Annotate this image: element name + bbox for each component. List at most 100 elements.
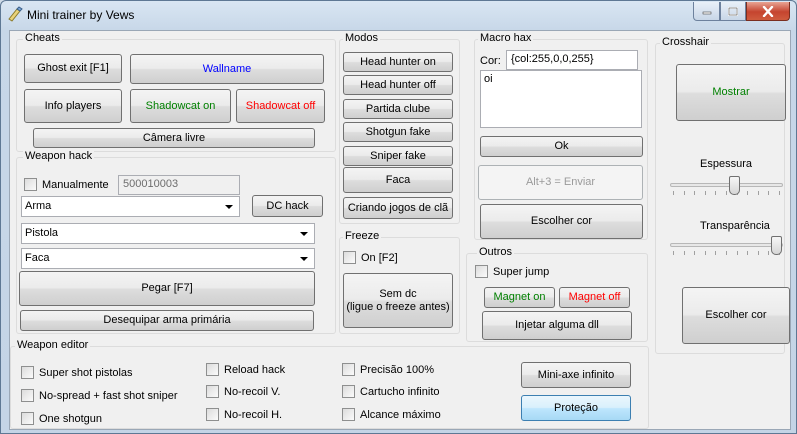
- transparencia-slider-thumb[interactable]: [771, 236, 782, 255]
- faca-select[interactable]: Faca: [21, 248, 315, 269]
- one-shotgun-box[interactable]: [21, 412, 34, 425]
- macro-hax-label: Macro hax: [478, 32, 534, 44]
- weapon-hack-label: Weapon hack: [23, 150, 95, 162]
- modo-button-1[interactable]: Head hunter off: [343, 75, 453, 95]
- outros-group: Outros Super jump Magnet on Magnet off I…: [466, 246, 648, 342]
- modo-button-0[interactable]: Head hunter on: [343, 52, 453, 72]
- modo-button-3[interactable]: Shotgun fake: [343, 122, 453, 142]
- window-controls: [693, 2, 790, 21]
- cartucho-infinito-checkbox[interactable]: Cartucho infinito: [342, 385, 440, 398]
- weapon-editor-group: Weapon editor Super shot pistolas No-spr…: [10, 339, 649, 429]
- dc-hack-button[interactable]: DC hack: [252, 195, 323, 217]
- cartucho-infinito-text: Cartucho infinito: [360, 385, 440, 398]
- pistola-select[interactable]: Pistola: [21, 223, 315, 244]
- manualmente-box[interactable]: [24, 178, 37, 191]
- espessura-slider-thumb[interactable]: [729, 176, 740, 195]
- chevron-down-icon: [300, 232, 308, 236]
- macro-hax-group: Macro hax Cor: {col:255,0,0,255} oi Ok A…: [474, 32, 648, 240]
- manualmente-checkbox[interactable]: Manualmente: [24, 178, 109, 191]
- weapon-editor-label: Weapon editor: [15, 339, 91, 351]
- precisao-checkbox[interactable]: Precisão 100%: [342, 363, 434, 376]
- cor-label: Cor:: [480, 55, 501, 67]
- no-recoil-v-box[interactable]: [206, 385, 219, 398]
- chevron-down-icon: [300, 257, 308, 261]
- manual-id-field[interactable]: 500010003: [118, 175, 240, 195]
- espessura-slider-track[interactable]: [670, 183, 783, 187]
- faca-select-value: Faca: [25, 252, 50, 264]
- arma-select[interactable]: Arma: [21, 196, 240, 217]
- maximize-button[interactable]: [720, 2, 746, 21]
- modos-label: Modos: [343, 32, 381, 44]
- alcance-maximo-box[interactable]: [342, 408, 355, 421]
- shadowcat-off-button[interactable]: Shadowcat off: [236, 89, 325, 123]
- transparencia-label: Transparência: [700, 220, 770, 232]
- super-shot-pistolas-checkbox[interactable]: Super shot pistolas: [21, 366, 133, 379]
- app-icon: [8, 6, 23, 22]
- minimize-button[interactable]: [693, 2, 720, 21]
- freeze-on-box[interactable]: [343, 251, 356, 264]
- super-jump-box[interactable]: [475, 265, 488, 278]
- super-jump-text: Super jump: [493, 265, 550, 278]
- crosshair-group: Crosshair Mostrar Espessura Transparênci…: [655, 36, 790, 354]
- modos-group: Modos Head hunter on Head hunter off Par…: [339, 32, 460, 224]
- modo-button-6[interactable]: Criando jogos de clã: [343, 197, 453, 219]
- cheats-label: Cheats: [23, 32, 62, 44]
- protecao-button[interactable]: Proteção: [521, 395, 631, 421]
- crosshair-label: Crosshair: [660, 36, 712, 48]
- app-window: Mini trainer by Vews Cheats Ghost exit […: [0, 0, 797, 434]
- maximize-icon: [728, 6, 738, 16]
- sem-dc-button[interactable]: Sem dc (ligue o freeze antes): [343, 273, 453, 328]
- manualmente-text: Manualmente: [42, 178, 109, 191]
- super-jump-checkbox[interactable]: Super jump: [475, 265, 549, 278]
- macro-textarea[interactable]: oi: [480, 70, 642, 128]
- precisao-box[interactable]: [342, 363, 355, 376]
- cartucho-infinito-box[interactable]: [342, 385, 355, 398]
- injetar-dll-button[interactable]: Injetar alguma dll: [482, 311, 632, 340]
- desequipar-button[interactable]: Desequipar arma primária: [20, 310, 314, 331]
- cor-input[interactable]: {col:255,0,0,255}: [506, 50, 638, 70]
- shadowcat-on-button[interactable]: Shadowcat on: [130, 89, 231, 123]
- macro-ok-button[interactable]: Ok: [480, 136, 643, 157]
- cheats-group: Cheats Ghost exit [F1] Wallname Info pla…: [16, 32, 336, 152]
- macro-escolher-cor-button[interactable]: Escolher cor: [480, 204, 643, 239]
- no-recoil-h-checkbox[interactable]: No-recoil H.: [206, 408, 282, 421]
- no-spread-box[interactable]: [21, 389, 34, 402]
- crosshair-escolher-cor-button[interactable]: Escolher cor: [682, 287, 790, 344]
- magnet-off-button[interactable]: Magnet off: [559, 287, 630, 308]
- no-recoil-h-text: No-recoil H.: [224, 408, 283, 421]
- ghost-exit-button[interactable]: Ghost exit [F1]: [24, 54, 122, 83]
- mostrar-button[interactable]: Mostrar: [676, 64, 786, 121]
- reload-hack-checkbox[interactable]: Reload hack: [206, 363, 285, 376]
- freeze-on-checkbox[interactable]: On [F2]: [343, 251, 398, 264]
- freeze-group: Freeze On [F2] Sem dc (ligue o freeze an…: [339, 230, 460, 334]
- no-recoil-v-checkbox[interactable]: No-recoil V.: [206, 385, 280, 398]
- alcance-maximo-checkbox[interactable]: Alcance máximo: [342, 408, 441, 421]
- arma-select-value: Arma: [25, 200, 52, 212]
- magnet-on-button[interactable]: Magnet on: [484, 287, 555, 308]
- close-button[interactable]: [746, 2, 790, 21]
- super-shot-pistolas-text: Super shot pistolas: [39, 366, 133, 379]
- no-recoil-h-box[interactable]: [206, 408, 219, 421]
- window-title: Mini trainer by Vews: [27, 8, 135, 22]
- mini-axe-button[interactable]: Mini-axe infinito: [521, 362, 631, 388]
- camera-livre-button[interactable]: Câmera livre: [33, 128, 315, 148]
- reload-hack-text: Reload hack: [224, 363, 286, 376]
- minimize-icon: [702, 11, 711, 15]
- modo-button-2[interactable]: Partida clube: [343, 99, 453, 119]
- alcance-maximo-text: Alcance máximo: [360, 408, 441, 421]
- one-shotgun-text: One shotgun: [39, 412, 102, 425]
- reload-hack-box[interactable]: [206, 363, 219, 376]
- modo-button-5[interactable]: Faca: [343, 167, 453, 193]
- pegar-button[interactable]: Pegar [F7]: [19, 271, 315, 306]
- super-shot-pistolas-box[interactable]: [21, 366, 34, 379]
- macro-enviar-button[interactable]: Alt+3 = Enviar: [478, 165, 643, 200]
- transparencia-slider-track[interactable]: [670, 243, 783, 247]
- title-bar[interactable]: Mini trainer by Vews: [1, 1, 796, 29]
- modo-button-4[interactable]: Sniper fake: [343, 146, 453, 166]
- info-players-button[interactable]: Info players: [24, 89, 122, 123]
- one-shotgun-checkbox[interactable]: One shotgun: [21, 412, 102, 425]
- wallname-button[interactable]: Wallname: [130, 54, 324, 84]
- no-spread-checkbox[interactable]: No-spread + fast shot sniper: [21, 389, 178, 402]
- espessura-slider-ticks: [673, 191, 780, 195]
- chevron-down-icon: [225, 205, 233, 209]
